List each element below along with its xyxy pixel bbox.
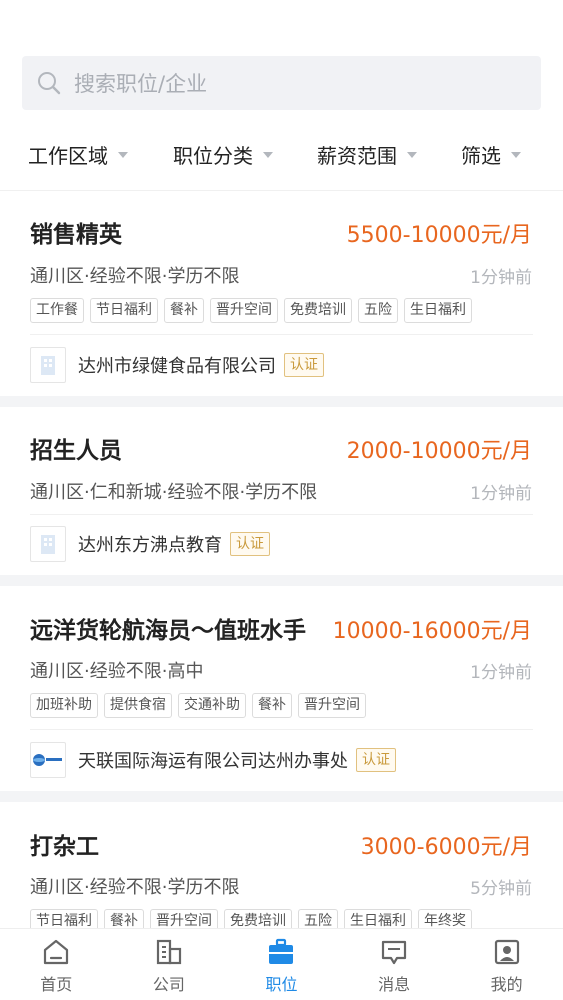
job-tag: 晋升空间 [150, 909, 218, 928]
certified-badge: 认证 [230, 532, 270, 556]
job-salary: 5500-10000元/月 [346, 223, 532, 248]
dropdown-triangle-icon [118, 152, 128, 158]
profile-icon [494, 939, 519, 965]
job-title: 招生人员 [30, 438, 122, 464]
job-tag: 免费培训 [224, 909, 292, 928]
filter-bar: 工作区域 职位分类 薪资范围 筛选 [0, 128, 563, 180]
company-logo-icon [30, 742, 66, 778]
filter-salary-label: 薪资范围 [317, 143, 397, 168]
tab-jobs-label: 职位 [265, 975, 298, 994]
company-row[interactable]: 天联国际海运有限公司达州办事处 认证 [30, 742, 396, 778]
job-title: 打杂工 [30, 834, 99, 860]
job-card[interactable]: 打杂工 3000-6000元/月 通川区·经验不限·学历不限 5分钟前 节日福利… [0, 802, 563, 928]
job-tag: 生日福利 [344, 909, 412, 928]
tab-profile[interactable]: 我的 [450, 929, 563, 1000]
company-logo-placeholder-icon [30, 347, 66, 383]
briefcase-icon [269, 938, 294, 964]
job-tag: 晋升空间 [210, 298, 278, 323]
job-tag: 免费培训 [284, 298, 352, 323]
filter-more-label: 筛选 [461, 143, 501, 168]
job-meta: 通川区·经验不限·高中 [30, 661, 204, 682]
certified-badge: 认证 [356, 748, 396, 772]
job-time: 1分钟前 [470, 268, 532, 288]
job-tag: 餐补 [164, 298, 204, 323]
tab-jobs[interactable]: 职位 [225, 929, 338, 1000]
job-tag: 五险 [298, 909, 338, 928]
job-tag: 年终奖 [418, 909, 472, 928]
job-tags: 加班补助 提供食宿 交通补助 餐补 晋升空间 [30, 693, 366, 718]
job-time: 1分钟前 [470, 663, 532, 683]
company-name: 达州市绿健食品有限公司 [78, 356, 276, 377]
job-tag: 提供食宿 [104, 693, 172, 718]
job-salary: 3000-6000元/月 [360, 835, 532, 860]
search-input[interactable]: 搜索职位/企业 [74, 68, 207, 98]
home-icon [44, 939, 69, 965]
job-tag: 交通补助 [178, 693, 246, 718]
job-time: 5分钟前 [470, 879, 532, 899]
company-row[interactable]: 达州市绿健食品有限公司 认证 [30, 347, 324, 383]
filter-area-label: 工作区域 [28, 143, 108, 168]
tab-home-label: 首页 [40, 975, 73, 994]
filter-category[interactable]: 职位分类 [173, 140, 273, 169]
company-name: 天联国际海运有限公司达州办事处 [78, 751, 348, 772]
job-salary: 10000-16000元/月 [332, 619, 532, 644]
certified-badge: 认证 [284, 353, 324, 377]
card-separator [0, 396, 563, 407]
job-tag: 五险 [358, 298, 398, 323]
job-time: 1分钟前 [470, 484, 532, 504]
job-tag: 节日福利 [30, 909, 98, 928]
divider [30, 334, 533, 335]
filter-salary[interactable]: 薪资范围 [317, 140, 417, 169]
dropdown-triangle-icon [263, 152, 273, 158]
job-card[interactable]: 远洋货轮航海员～值班水手 10000-16000元/月 通川区·经验不限·高中 … [0, 586, 563, 791]
building-icon [156, 939, 181, 965]
tab-home[interactable]: 首页 [0, 929, 113, 1000]
job-tag: 晋升空间 [298, 693, 366, 718]
job-title: 销售精英 [30, 222, 122, 248]
job-salary: 2000-10000元/月 [346, 439, 532, 464]
job-card[interactable]: 招生人员 2000-10000元/月 通川区·仁和新城·经验不限·学历不限 1分… [0, 407, 563, 575]
job-tag: 餐补 [104, 909, 144, 928]
message-icon [381, 940, 407, 965]
card-separator [0, 575, 563, 586]
job-tags: 节日福利 餐补 晋升空间 免费培训 五险 生日福利 年终奖 [30, 909, 472, 928]
search-bar[interactable]: 搜索职位/企业 [22, 56, 541, 110]
divider [30, 514, 533, 515]
bottom-tab-bar: 首页 公司 职位 消息 我的 [0, 928, 563, 1000]
company-row[interactable]: 达州东方沸点教育 认证 [30, 526, 270, 562]
job-tag: 生日福利 [404, 298, 472, 323]
tab-company-label: 公司 [152, 975, 185, 994]
job-title: 远洋货轮航海员～值班水手 [30, 618, 306, 644]
job-meta: 通川区·经验不限·学历不限 [30, 877, 240, 898]
dropdown-triangle-icon [407, 152, 417, 158]
filter-more[interactable]: 筛选 [461, 140, 521, 169]
divider [30, 729, 533, 730]
search-icon [38, 72, 61, 95]
tab-profile-label: 我的 [490, 975, 523, 994]
job-card[interactable]: 销售精英 5500-10000元/月 通川区·经验不限·学历不限 1分钟前 工作… [0, 191, 563, 396]
job-meta: 通川区·仁和新城·经验不限·学历不限 [30, 482, 318, 503]
job-tag: 工作餐 [30, 298, 84, 323]
tab-messages-label: 消息 [378, 975, 411, 994]
card-separator [0, 791, 563, 802]
job-tags: 工作餐 节日福利 餐补 晋升空间 免费培训 五险 生日福利 [30, 298, 472, 323]
job-meta: 通川区·经验不限·学历不限 [30, 266, 240, 287]
company-name: 达州东方沸点教育 [78, 535, 222, 556]
filter-area[interactable]: 工作区域 [28, 140, 128, 169]
tab-messages[interactable]: 消息 [338, 929, 451, 1000]
job-tag: 加班补助 [30, 693, 98, 718]
company-logo-placeholder-icon [30, 526, 66, 562]
dropdown-triangle-icon [511, 152, 521, 158]
job-tag: 节日福利 [90, 298, 158, 323]
filter-category-label: 职位分类 [173, 143, 253, 168]
tab-company[interactable]: 公司 [113, 929, 226, 1000]
job-tag: 餐补 [252, 693, 292, 718]
